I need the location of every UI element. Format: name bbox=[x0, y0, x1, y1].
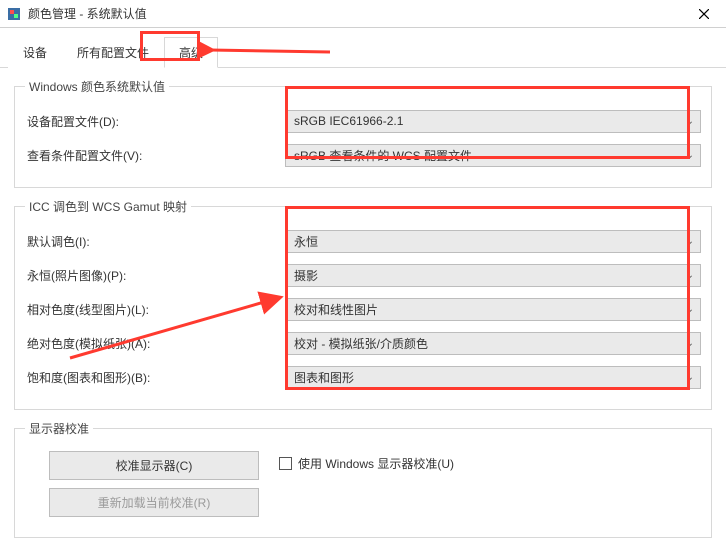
label-absolute: 绝对色度(模拟纸张)(A): bbox=[25, 335, 285, 352]
combo-device-profile-value: sRGB IEC61966-2.1 bbox=[294, 114, 403, 128]
combo-saturation[interactable]: 图表和图形 ⌄ bbox=[285, 366, 701, 389]
chevron-down-icon: ⌄ bbox=[686, 338, 694, 349]
combo-absolute-value: 校对 - 模拟纸张/介质颜色 bbox=[294, 335, 428, 352]
chevron-down-icon: ⌄ bbox=[686, 236, 694, 247]
label-relative: 相对色度(线型图片)(L): bbox=[25, 301, 285, 318]
combo-viewing-profile[interactable]: sRGB 查看条件的 WCS 配置文件 ⌄ bbox=[285, 144, 701, 167]
combo-default-intent[interactable]: 永恒 ⌄ bbox=[285, 230, 701, 253]
checkbox-use-windows-calibration[interactable]: 使用 Windows 显示器校准(U) bbox=[279, 455, 454, 472]
close-icon bbox=[699, 9, 709, 19]
tab-devices[interactable]: 设备 bbox=[8, 37, 62, 68]
button-calibrate-display[interactable]: 校准显示器(C) bbox=[49, 451, 259, 480]
checkbox-box bbox=[279, 457, 292, 470]
label-viewing-profile: 查看条件配置文件(V): bbox=[25, 147, 285, 164]
tab-bar: 设备 所有配置文件 高级 bbox=[0, 28, 726, 68]
group-display-calibration-legend: 显示器校准 bbox=[25, 420, 93, 437]
close-button[interactable] bbox=[681, 0, 726, 28]
checkbox-label: 使用 Windows 显示器校准(U) bbox=[298, 455, 454, 472]
label-device-profile: 设备配置文件(D): bbox=[25, 113, 285, 130]
group-display-calibration: 显示器校准 校准显示器(C) 重新加载当前校准(R) 使用 Windows 显示… bbox=[14, 420, 712, 538]
chevron-down-icon: ⌄ bbox=[686, 304, 694, 315]
group-icc-gamut: ICC 调色到 WCS Gamut 映射 默认调色(I): 永恒 ⌄ 永恒(照片图… bbox=[14, 198, 712, 410]
chevron-down-icon: ⌄ bbox=[686, 270, 694, 281]
group-windows-defaults: Windows 颜色系统默认值 设备配置文件(D): sRGB IEC61966… bbox=[14, 78, 712, 188]
chevron-down-icon: ⌄ bbox=[686, 372, 694, 383]
window-title: 颜色管理 - 系统默认值 bbox=[28, 5, 681, 22]
combo-default-intent-value: 永恒 bbox=[294, 233, 318, 250]
group-icc-gamut-legend: ICC 调色到 WCS Gamut 映射 bbox=[25, 198, 191, 215]
app-icon bbox=[6, 6, 22, 22]
combo-relative-value: 校对和线性图片 bbox=[294, 301, 378, 318]
label-saturation: 饱和度(图表和图形)(B): bbox=[25, 369, 285, 386]
chevron-down-icon: ⌄ bbox=[686, 116, 694, 127]
combo-device-profile[interactable]: sRGB IEC61966-2.1 ⌄ bbox=[285, 110, 701, 133]
combo-absolute[interactable]: 校对 - 模拟纸张/介质颜色 ⌄ bbox=[285, 332, 701, 355]
combo-saturation-value: 图表和图形 bbox=[294, 369, 354, 386]
tab-advanced[interactable]: 高级 bbox=[164, 37, 218, 68]
chevron-down-icon: ⌄ bbox=[686, 150, 694, 161]
combo-perceptual[interactable]: 摄影 ⌄ bbox=[285, 264, 701, 287]
tab-all-profiles[interactable]: 所有配置文件 bbox=[62, 37, 164, 68]
combo-viewing-profile-value: sRGB 查看条件的 WCS 配置文件 bbox=[294, 147, 472, 164]
label-perceptual: 永恒(照片图像)(P): bbox=[25, 267, 285, 284]
group-windows-defaults-legend: Windows 颜色系统默认值 bbox=[25, 78, 169, 95]
combo-perceptual-value: 摄影 bbox=[294, 267, 318, 284]
label-default-intent: 默认调色(I): bbox=[25, 233, 285, 250]
combo-relative[interactable]: 校对和线性图片 ⌄ bbox=[285, 298, 701, 321]
button-reload-calibration: 重新加载当前校准(R) bbox=[49, 488, 259, 517]
titlebar: 颜色管理 - 系统默认值 bbox=[0, 0, 726, 28]
